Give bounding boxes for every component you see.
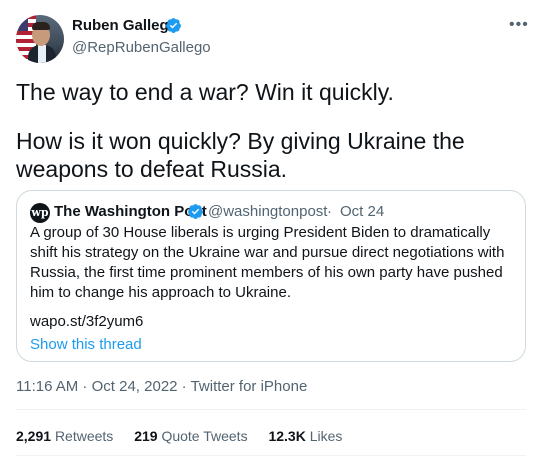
quote-tweets-label: Quote Tweets — [161, 428, 248, 444]
quote-date[interactable]: Oct 24 — [340, 203, 384, 220]
likes-count: 12.3K — [268, 428, 306, 444]
author-name[interactable]: Ruben Gallego — [72, 17, 178, 34]
quote-author-handle: @washingtonpost — [208, 203, 328, 220]
tweet-meta: 11:16 AM · Oct 24, 2022 · Twitter for iP… — [16, 378, 307, 395]
quote-tweets-count: 219 — [134, 428, 158, 444]
washington-post-logo-icon: wp — [30, 203, 50, 223]
meta-separator: · — [78, 378, 92, 395]
retweets-count: 2,291 — [16, 428, 52, 444]
quote-separator: · — [327, 203, 332, 220]
avatar[interactable] — [16, 15, 64, 63]
avatar-shirt — [38, 45, 46, 63]
quote-body-text: A group of 30 House liberals is urging P… — [30, 224, 505, 301]
verified-badge-icon — [188, 204, 203, 219]
divider — [16, 455, 526, 456]
tweet-date[interactable]: Oct 24, 2022 — [92, 378, 178, 395]
tweet-source[interactable]: Twitter for iPhone — [191, 378, 308, 395]
divider — [16, 409, 526, 410]
tweet-text-line-1: The way to end a war? Win it quickly. — [16, 79, 394, 105]
engagement-stats: 2,291 Retweets 219 Quote Tweets 12.3K Li… — [16, 428, 359, 444]
tweet-time[interactable]: 11:16 AM — [16, 378, 78, 395]
show-thread-link[interactable]: Show this thread — [30, 336, 142, 353]
retweets-label: Retweets — [54, 428, 114, 444]
author-handle[interactable]: @RepRubenGallego — [72, 39, 211, 56]
likes-label: Likes — [309, 428, 343, 444]
tweet-text-line-2: How is it won quickly? By giving Ukraine… — [16, 128, 465, 182]
meta-separator: · — [177, 378, 191, 395]
retweets-stat[interactable]: 2,291 Retweets — [16, 428, 113, 444]
quote-tweets-stat[interactable]: 219 Quote Tweets — [134, 428, 247, 444]
likes-stat[interactable]: 12.3K Likes — [268, 428, 342, 444]
avatar-hair — [32, 22, 50, 30]
verified-badge-icon — [166, 18, 181, 33]
tweet-card: Ruben Gallego @RepRubenGallego ••• The w… — [0, 0, 544, 457]
quote-author-name: The Washington Post — [54, 203, 207, 220]
quoted-tweet[interactable]: wp The Washington Post @washingtonpost ·… — [16, 190, 526, 362]
quote-link[interactable]: wapo.st/3f2yum6 — [30, 313, 143, 330]
more-horizontal-icon[interactable]: ••• — [509, 17, 529, 33]
